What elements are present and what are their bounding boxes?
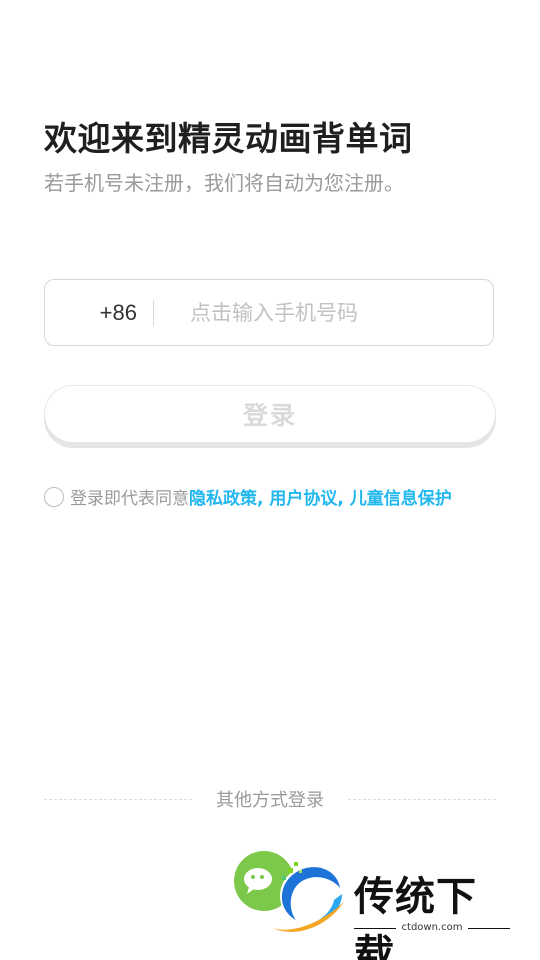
watermark-emblem-icon [272, 862, 344, 932]
watermark-logo: 传统下载 ctdown.com [266, 858, 516, 960]
agreement-row: 登录即代表同意 隐私政策, 用户协议, 儿童信息保护 [44, 484, 452, 509]
dashed-line-left [44, 798, 192, 800]
other-login-divider: 其他方式登录 [44, 786, 496, 812]
page-title: 欢迎来到精灵动画背单词 [44, 119, 413, 158]
country-code-selector[interactable]: +86 [45, 300, 137, 326]
watermark-url: ctdown.com [354, 922, 510, 933]
phone-number-input[interactable] [188, 299, 452, 326]
login-page: 欢迎来到精灵动画背单词 若手机号未注册，我们将自动为您注册。 +86 登录 登录… [0, 0, 540, 960]
agreement-text: 登录即代表同意 [70, 489, 189, 509]
input-divider [153, 299, 154, 326]
dashed-line-right [348, 798, 496, 800]
watermark-brand: 传统下载 [354, 874, 477, 960]
agreement-checkbox[interactable] [44, 486, 64, 507]
login-button[interactable]: 登录 [44, 385, 496, 443]
page-subtitle: 若手机号未注册，我们将自动为您注册。 [44, 171, 404, 195]
other-login-label: 其他方式登录 [216, 790, 324, 811]
agreement-links[interactable]: 隐私政策, 用户协议, 儿童信息保护 [189, 484, 452, 509]
phone-input-container: +86 [44, 279, 494, 346]
